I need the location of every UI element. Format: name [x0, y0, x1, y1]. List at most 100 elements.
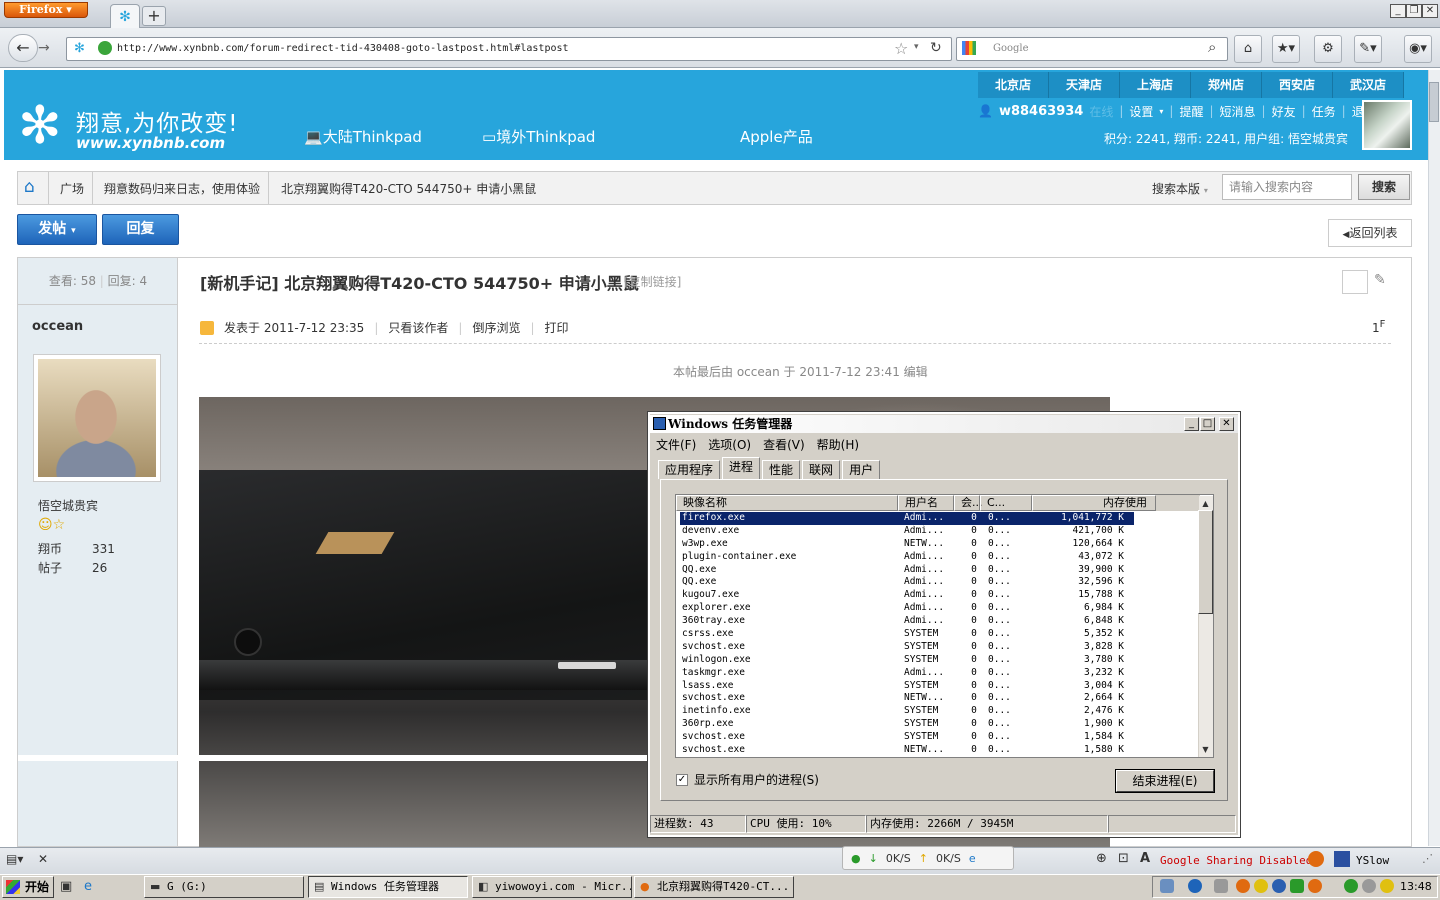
help-tray-icon[interactable]: [1188, 879, 1202, 893]
nav-apple-products[interactable]: Apple产品: [740, 126, 813, 147]
app-tray-icon[interactable]: [1290, 879, 1304, 893]
forum-search-input[interactable]: 请输入搜索内容: [1222, 174, 1352, 200]
tm-tab-processes[interactable]: 进程: [722, 457, 761, 479]
url-bar[interactable]: http://www.xynbnb.com/forum-redirect-tid…: [66, 37, 952, 61]
process-list-scrollbar-thumb[interactable]: [1198, 510, 1213, 614]
screenshot-icon[interactable]: ⊡: [1118, 851, 1129, 866]
page-scrollbar[interactable]: [1428, 70, 1440, 846]
home-icon[interactable]: ⌂: [24, 177, 35, 197]
city-link-tianjin[interactable]: 天津店: [1049, 72, 1120, 98]
taskbar-item-yiwowoyi[interactable]: yiwowoyi.com - Micr...: [472, 876, 632, 898]
author-rank[interactable]: 悟空城贵宾: [38, 497, 98, 514]
scroll-down-icon[interactable]: ▼: [1199, 743, 1212, 756]
process-row[interactable]: svchost.exe SYSTEM 0 0... 3,828 K: [680, 641, 1200, 654]
new-post-button[interactable]: 发帖 ▾: [17, 214, 97, 245]
back-button[interactable]: ←: [8, 34, 38, 62]
process-row[interactable]: 360rp.exe SYSTEM 0 0... 1,900 K: [680, 718, 1200, 731]
taskbar-item-firefox[interactable]: 北京翔翼购得T420-CT...: [634, 876, 794, 898]
process-row[interactable]: inetinfo.exe SYSTEM 0 0... 2,476 K: [680, 705, 1200, 718]
tm-tab-users[interactable]: 用户: [842, 460, 881, 479]
city-link-xian[interactable]: 西安店: [1262, 72, 1333, 98]
google-sharing-status[interactable]: Google Sharing Disabled: [1160, 854, 1312, 867]
search-scope-select[interactable]: 搜索本版 ▾: [1152, 180, 1208, 197]
end-process-button[interactable]: 结束进程(E): [1115, 769, 1215, 793]
tm-tab-networking[interactable]: 联网: [802, 460, 841, 479]
username-link[interactable]: w88463934: [999, 104, 1083, 119]
bookmarks-button[interactable]: ★▾: [1272, 35, 1300, 63]
tm-menu-file[interactable]: 文件(F): [656, 436, 696, 452]
col-memory[interactable]: 内存使用: [1032, 495, 1156, 511]
new-tab-button[interactable]: +: [142, 6, 166, 26]
printer-tray-icon[interactable]: [1214, 879, 1228, 893]
favorite-checkbox[interactable]: [1342, 270, 1368, 294]
task-manager-titlebar[interactable]: Windows 任务管理器: [650, 415, 1238, 433]
zoom-icon[interactable]: ⊕: [1096, 851, 1107, 866]
minimize-button[interactable]: _: [1390, 4, 1406, 18]
close-addon-bar-icon[interactable]: ✕: [38, 852, 48, 866]
tm-minimize-button[interactable]: _: [1184, 417, 1199, 431]
chrome-toolbar-button[interactable]: ◉▾: [1404, 35, 1432, 63]
kugou-tray-icon[interactable]: [1272, 879, 1286, 893]
tm-menu-help[interactable]: 帮助(H): [817, 436, 859, 452]
show-all-users-checkbox[interactable]: ✓ 显示所有用户的进程(S): [676, 771, 819, 788]
close-button[interactable]: ✕: [1422, 4, 1438, 18]
col-image-name[interactable]: 映像名称: [676, 495, 898, 511]
process-row[interactable]: winlogon.exe SYSTEM 0 0... 3,780 K: [680, 654, 1200, 667]
reverse-order-link[interactable]: 倒序浏览: [472, 319, 520, 336]
tm-tab-performance[interactable]: 性能: [762, 460, 801, 479]
scroll-up-icon[interactable]: ▲: [1199, 497, 1212, 510]
points-value[interactable]: 积分: 2241: [1104, 132, 1166, 146]
col-cpu[interactable]: C...: [980, 495, 1032, 511]
process-row[interactable]: plugin-container.exe Admi... 0 0... 43,072 K: [680, 551, 1200, 564]
city-link-wuhan[interactable]: 武汉店: [1333, 72, 1404, 98]
forward-button[interactable]: →: [38, 40, 50, 56]
floor-number[interactable]: 1F: [1372, 319, 1385, 335]
site-identity-icon[interactable]: ✻: [74, 41, 85, 56]
process-row[interactable]: QQ.exe Admi... 0 0... 32,596 K: [680, 576, 1200, 589]
reply-button[interactable]: 回复: [102, 214, 179, 245]
print-link[interactable]: 打印: [545, 319, 569, 336]
firebug-icon[interactable]: [1308, 851, 1324, 867]
page-scrollbar-thumb[interactable]: [1429, 82, 1439, 122]
tm-maximize-button[interactable]: □: [1200, 417, 1215, 431]
process-row[interactable]: lsass.exe SYSTEM 0 0... 3,004 K: [680, 680, 1200, 693]
search-magnifier-icon[interactable]: ⌕: [1208, 38, 1216, 56]
tm-close-button[interactable]: ✕: [1219, 417, 1234, 431]
tray-clock[interactable]: 13:48: [1400, 880, 1432, 893]
process-row[interactable]: explorer.exe Admi... 0 0... 6,984 K: [680, 602, 1200, 615]
taskbar-item-task-manager[interactable]: Windows 任务管理器: [308, 876, 468, 898]
nav-mainland-thinkpad[interactable]: 💻大陆Thinkpad: [304, 126, 422, 147]
city-link-beijing[interactable]: 北京店: [978, 72, 1049, 98]
bookmark-star-icon[interactable]: ☆: [894, 39, 908, 58]
tm-tab-applications[interactable]: 应用程序: [658, 460, 721, 479]
nav-overseas-thinkpad[interactable]: ▭境外Thinkpad: [482, 126, 595, 147]
process-row[interactable]: kugou7.exe Admi... 0 0... 15,788 K: [680, 589, 1200, 602]
coins-count[interactable]: 331: [92, 542, 115, 556]
ie-launch-icon[interactable]: e: [84, 879, 92, 894]
breadcrumb-item-forum[interactable]: 翔意数码归来日志，使用体验: [104, 180, 260, 197]
restore-button[interactable]: ❐: [1406, 4, 1422, 18]
process-row[interactable]: svchost.exe SYSTEM 0 0... 1,584 K: [680, 731, 1200, 744]
process-row[interactable]: csrss.exe SYSTEM 0 0... 5,352 K: [680, 628, 1200, 641]
firefox-tray-icon[interactable]: [1308, 879, 1322, 893]
360-tray-icon[interactable]: [1344, 879, 1358, 893]
tasks-link[interactable]: 任务: [1312, 103, 1336, 120]
breadcrumb-item-thread[interactable]: 北京翔翼购得T420-CTO 544750+ 申请小黑鼠: [281, 180, 536, 197]
edit-pen-icon[interactable]: ✎: [1374, 272, 1386, 288]
process-row[interactable]: devenv.exe Admi... 0 0... 421,700 K: [680, 525, 1200, 538]
tm-menu-options[interactable]: 选项(O): [708, 436, 751, 452]
copy-link[interactable]: [复制链接]: [624, 273, 681, 290]
user-group[interactable]: 用户组: 悟空城贵宾: [1244, 132, 1348, 146]
process-row[interactable]: svchost.exe NETW... 0 0... 2,664 K: [680, 692, 1200, 705]
back-to-list-button[interactable]: ◀返回列表: [1328, 219, 1412, 247]
google-icon[interactable]: [962, 41, 976, 55]
messages-link[interactable]: 短消息: [1220, 103, 1256, 120]
only-author-link[interactable]: 只看该作者: [388, 319, 448, 336]
friends-link[interactable]: 好友: [1272, 103, 1296, 120]
settings-link[interactable]: 设置: [1129, 103, 1153, 120]
network-speed-widget[interactable]: ● ↓ 0K/S ↑ 0K/S e: [842, 846, 1014, 870]
process-row[interactable]: QQ.exe Admi... 0 0... 39,900 K: [680, 564, 1200, 577]
yslow-label[interactable]: YSlow: [1356, 854, 1389, 867]
tab-active[interactable]: ✻: [110, 4, 140, 28]
reminder-link[interactable]: 提醒: [1179, 103, 1203, 120]
